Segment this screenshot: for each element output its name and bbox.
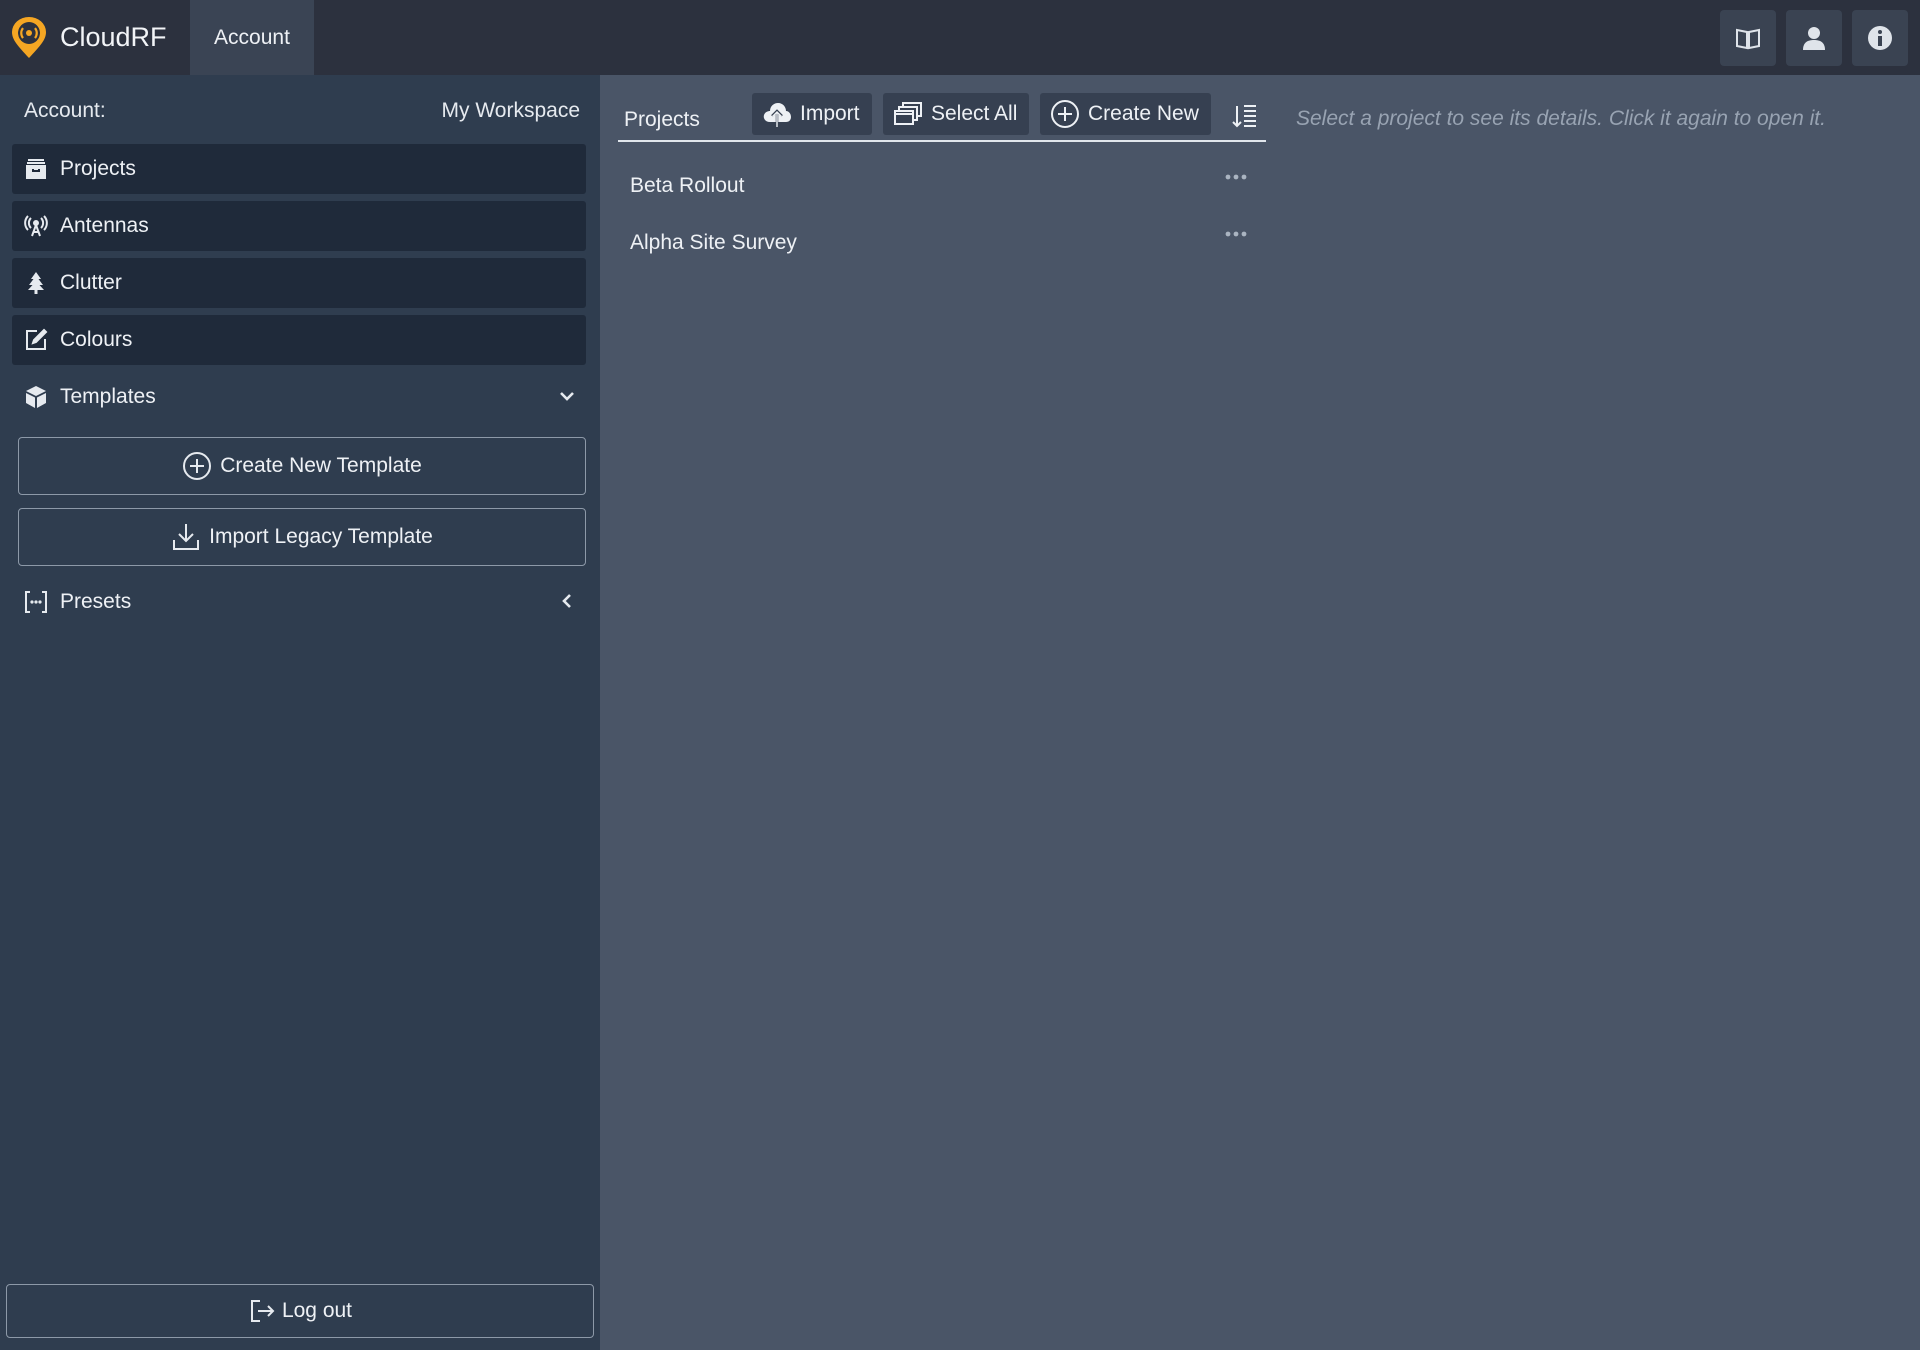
plus-circle-icon (183, 452, 212, 480)
project-name: Beta Rollout (630, 174, 745, 197)
import-label: Import (800, 102, 860, 125)
import-button[interactable]: Import (752, 93, 872, 135)
cube-icon (26, 386, 46, 408)
presets-label: Presets (60, 590, 132, 613)
presets-header[interactable]: Presets (12, 580, 586, 624)
info-icon (1868, 25, 1892, 50)
create-new-template-button[interactable]: Create New Template (18, 437, 586, 495)
create-new-template-label: Create New Template (220, 454, 422, 477)
project-name: Alpha Site Survey (630, 231, 797, 254)
sort-icon[interactable] (1230, 100, 1260, 130)
select-all-button[interactable]: Select All (883, 93, 1030, 135)
brand[interactable]: CloudRF (0, 0, 190, 75)
create-new-label: Create New (1088, 102, 1199, 125)
cloudrf-logo-icon (12, 16, 46, 58)
cloud-upload-icon (763, 103, 791, 127)
select-all-label: Select All (931, 102, 1018, 125)
sidebar: Account: My Workspace Projects Antennas … (0, 75, 600, 1350)
user-icon (1803, 26, 1825, 50)
edit-square-icon (26, 328, 48, 350)
logout-button[interactable]: Log out (6, 1284, 594, 1338)
projects-hint: Select a project to see its details. Cli… (1296, 107, 1826, 130)
plus-circle-icon (1051, 100, 1079, 128)
import-legacy-template-button[interactable]: Import Legacy Template (18, 508, 586, 566)
tab-account[interactable]: Account (190, 0, 314, 75)
projects-title: Projects (624, 108, 700, 131)
user-button[interactable] (1786, 9, 1842, 66)
tree-icon (28, 272, 44, 294)
sidebar-item-label: Projects (60, 157, 136, 180)
chevron-left-icon (562, 594, 571, 608)
logout-label: Log out (281, 1299, 353, 1322)
sidebar-item-clutter[interactable]: Clutter (12, 258, 586, 308)
docs-button[interactable] (1720, 9, 1776, 66)
templates-header[interactable]: Templates (12, 375, 586, 419)
chevron-down-icon (560, 392, 574, 401)
account-label: Account: (24, 99, 106, 122)
top-actions (1720, 0, 1920, 75)
more-horizontal-icon[interactable] (1224, 227, 1248, 241)
top-bar: CloudRF Account (0, 0, 1920, 75)
more-horizontal-icon[interactable] (1224, 170, 1248, 184)
import-legacy-template-label: Import Legacy Template (209, 525, 433, 548)
brackets-icon (25, 591, 47, 613)
book-icon (1736, 28, 1760, 49)
download-icon (173, 524, 200, 550)
project-item[interactable]: Alpha Site Survey (630, 223, 1260, 263)
windows-stack-icon (894, 102, 922, 125)
account-row: Account: My Workspace (24, 99, 580, 123)
sidebar-item-projects[interactable]: Projects (12, 144, 586, 194)
project-item[interactable]: Beta Rollout (630, 166, 1260, 206)
logout-icon (250, 1300, 275, 1322)
archive-icon (26, 159, 46, 179)
create-new-button[interactable]: Create New (1040, 93, 1211, 135)
info-button[interactable] (1852, 9, 1908, 66)
brand-name: CloudRF (60, 22, 167, 52)
projects-toolbar: Projects Import Select All Create New (618, 92, 1266, 142)
sidebar-item-antennas[interactable]: Antennas (12, 201, 586, 251)
sidebar-item-colours[interactable]: Colours (12, 315, 586, 365)
workspace-name[interactable]: My Workspace (442, 99, 580, 123)
sidebar-item-label: Antennas (60, 214, 149, 237)
antenna-icon (24, 215, 48, 237)
sidebar-item-label: Colours (60, 328, 133, 351)
templates-label: Templates (60, 385, 156, 408)
sidebar-item-label: Clutter (60, 271, 122, 294)
